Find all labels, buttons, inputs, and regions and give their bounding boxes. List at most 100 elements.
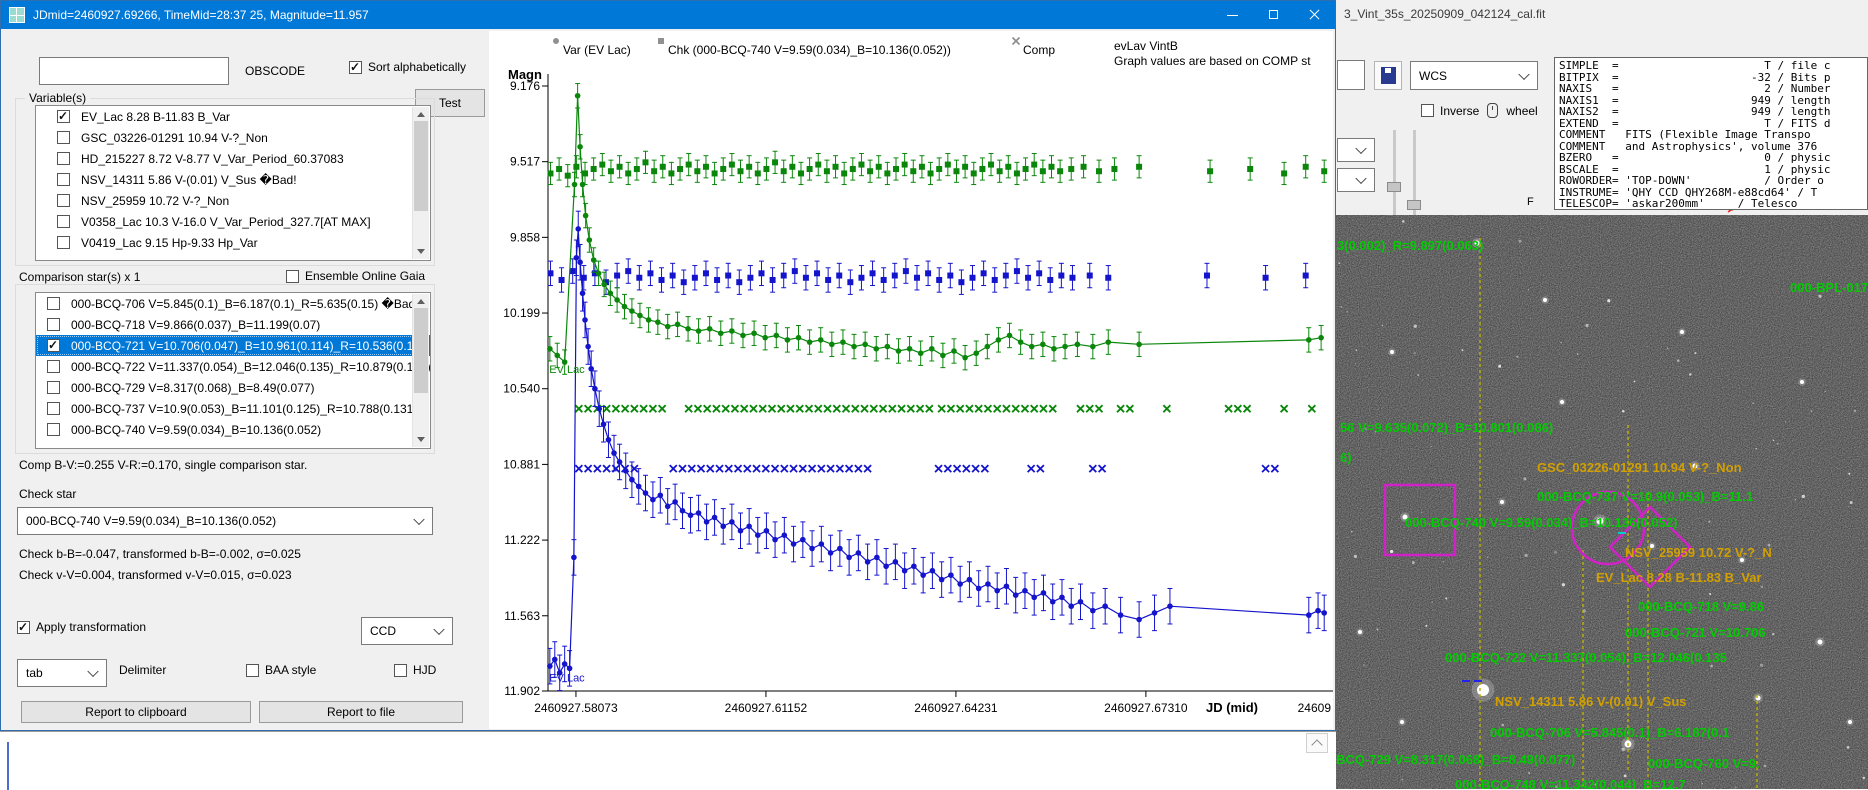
star-annotation: GSC_03226-01291 10.94 V-?_Non — [1537, 460, 1742, 475]
ccd-select[interactable]: CCD — [361, 617, 453, 645]
slider-handle[interactable] — [1407, 200, 1421, 210]
scroll-up-button[interactable] — [1306, 733, 1328, 753]
svg-text:11.222: 11.222 — [504, 533, 540, 547]
star-annotation: NSV_14311 5.86 V-(0.01) V_Sus — [1495, 694, 1687, 709]
checkbox-icon[interactable] — [57, 152, 70, 165]
hjd-checkbox[interactable]: HJD — [394, 663, 436, 677]
checkbox-icon[interactable] — [47, 339, 60, 352]
checkbox-icon[interactable] — [57, 194, 70, 207]
report-to-file-button[interactable]: Report to file — [259, 701, 463, 723]
svg-text:2460927.67310: 2460927.67310 — [1104, 701, 1188, 715]
svg-text:Chk (000-BCQ-740 V=9.59(0.034): Chk (000-BCQ-740 V=9.59(0.034)_B=10.136(… — [668, 43, 951, 57]
checkbox-icon[interactable] — [47, 402, 60, 415]
starfield-image[interactable]: 3(0.002)_R=9.897(0.063)000-BPL-01756 V=9… — [1336, 215, 1868, 789]
brightness-slider[interactable] — [1393, 130, 1396, 215]
maximize-button[interactable] — [1253, 1, 1294, 29]
stretch-select-partial[interactable] — [1337, 168, 1375, 192]
svg-text:24609: 24609 — [1298, 701, 1332, 715]
checkbox-icon[interactable] — [57, 131, 70, 144]
sort-alphabetically-label: Sort alphabetically — [368, 60, 466, 74]
comparison-row[interactable]: 000-BCQ-718 V=9.866(0.037)_B=11.199(0.07… — [36, 314, 430, 335]
svg-text:Magn: Magn — [508, 67, 542, 82]
comparison-row[interactable]: 000-BCQ-721 V=10.706(0.047)_B=10.961(0.1… — [36, 335, 430, 356]
variables-scrollbar[interactable] — [412, 107, 429, 259]
svg-text:2460927.61152: 2460927.61152 — [725, 701, 808, 715]
variable-row[interactable]: EV_Lac 8.28 B-11.83 B_Var — [36, 106, 430, 127]
scroll-down-icon — [417, 249, 425, 254]
check-vv-line: Check v-V=0.004, transformed v-V=0.015, … — [19, 568, 292, 582]
slider-handle[interactable] — [1387, 182, 1401, 192]
fits-header-panel[interactable]: SIMPLE = T / file cBITPIX = -32 / Bits p… — [1554, 57, 1868, 210]
comparison-row[interactable]: 000-BCQ-729 V=8.317(0.068)_B=8.49(0.077) — [36, 377, 430, 398]
checkbox-icon[interactable] — [47, 297, 60, 310]
chevron-down-icon — [1355, 143, 1366, 154]
toolbar-input-partial[interactable] — [1337, 60, 1365, 90]
minimize-button[interactable] — [1212, 1, 1253, 29]
svg-text:EV Lac: EV Lac — [549, 673, 585, 685]
checkbox-icon[interactable] — [57, 110, 70, 123]
checkbox-icon[interactable] — [47, 318, 60, 331]
comparison-row[interactable]: 000-BCQ-722 V=11.337(0.054)_B=12.046(0.1… — [36, 356, 430, 377]
ccd-value: CCD — [370, 624, 396, 638]
zoom-select-partial[interactable] — [1337, 138, 1375, 162]
variable-row[interactable]: NSV_14311 5.86 V-(0.01) V_Sus �Bad! — [36, 169, 430, 190]
svg-text:11.563: 11.563 — [504, 609, 540, 623]
list-item-label: V0358_Lac 10.3 V-16.0 V_Var_Period_327.7… — [81, 215, 371, 229]
wcs-select[interactable]: WCS — [1410, 61, 1538, 90]
photometry-report-window: JDmid=2460927.69266, TimeMid=28:37 25, M… — [0, 0, 1336, 731]
checkbox-icon[interactable] — [57, 236, 70, 249]
checkbox-icon — [17, 621, 30, 634]
title-bar[interactable]: JDmid=2460927.69266, TimeMid=28:37 25, M… — [1, 1, 1335, 29]
variable-row[interactable]: HD_215227 8.72 V-8.77 V_Var_Period_60.37… — [36, 148, 430, 169]
baa-style-checkbox[interactable]: BAA style — [246, 663, 316, 677]
background-window-strip — [0, 731, 1336, 790]
maximize-icon — [1269, 10, 1278, 19]
scrollbar-thumb[interactable] — [414, 308, 428, 393]
comparison-list[interactable]: 000-BCQ-706 V=5.845(0.1)_B=6.187(0.1)_R=… — [35, 292, 431, 449]
variable-row[interactable]: V0358_Lac 10.3 V-16.0 V_Var_Period_327.7… — [36, 211, 430, 232]
variable-row[interactable]: GSC_03226-01291 10.94 V-?_Non — [36, 127, 430, 148]
obscode-label: OBSCODE — [245, 64, 305, 78]
star-annotation: NSV_25959 10.72 V-?_N — [1625, 545, 1772, 560]
comparison-row[interactable]: 000-BCQ-740 V=9.59(0.034)_B=10.136(0.052… — [36, 419, 430, 440]
star-annotation: 6) — [1340, 450, 1352, 465]
star-annotation: 000-BCQ-760 V=9. — [1648, 756, 1760, 771]
star-annotation: 000-BCQ-722 V=11.337(0.054)_B=12.046(0.1… — [1445, 650, 1727, 665]
comparison-scrollbar[interactable] — [412, 294, 429, 447]
list-item-label: 000-BCQ-722 V=11.337(0.054)_B=12.046(0.1… — [71, 360, 431, 374]
delimiter-select[interactable]: tab — [17, 659, 107, 687]
variables-list[interactable]: EV_Lac 8.28 B-11.83 B_Var GSC_03226-01291… — [35, 105, 431, 261]
close-button[interactable] — [1294, 1, 1335, 29]
checkbox-icon — [349, 61, 362, 74]
report-to-clipboard-button[interactable]: Report to clipboard — [21, 701, 251, 723]
apply-transformation-checkbox[interactable]: Apply transformation — [17, 620, 146, 634]
ensemble-online-gaia-checkbox[interactable]: Ensemble Online Gaia — [286, 269, 425, 283]
svg-text:11.902: 11.902 — [504, 684, 540, 698]
close-icon — [1294, 1, 1335, 29]
checkbox-icon[interactable] — [47, 381, 60, 394]
comparison-row[interactable]: 000-BCQ-737 V=10.9(0.053)_B=11.101(0.125… — [36, 398, 430, 419]
star-annotation: 000-BCQ-706 V=5.845(0.1)_B=6.187(0.1 — [1490, 725, 1729, 740]
fits-header-line: ROWORDER= 'TOP-DOWN' / Order o — [1559, 175, 1867, 187]
checkbox-icon[interactable] — [57, 215, 70, 228]
comparison-row[interactable]: 000-BCQ-706 V=5.845(0.1)_B=6.187(0.1)_R=… — [36, 293, 430, 314]
scrollbar-thumb[interactable] — [414, 121, 428, 211]
light-curve-chart[interactable]: 9.1769.5179.85810.19910.54010.88111.2221… — [481, 29, 1333, 730]
list-item-label: EV_Lac 8.28 B-11.83 B_Var — [81, 110, 230, 124]
svg-text:Graph values are based on COMP: Graph values are based on COMP st — [1114, 54, 1311, 68]
variable-row[interactable]: V0419_Lac 9.15 Hp-9.33 Hp_Var — [36, 232, 430, 253]
check-star-value: 000-BCQ-740 V=9.59(0.034)_B=10.136(0.052… — [26, 514, 276, 528]
sort-alphabetically-checkbox[interactable]: Sort alphabetically — [349, 60, 466, 74]
star-annotation: BCQ-729 V=8.317(0.068)_B=8.49(0.077) — [1336, 752, 1575, 767]
obscode-input[interactable] — [39, 57, 229, 85]
svg-text:Var (EV Lac): Var (EV Lac) — [563, 43, 631, 57]
save-button[interactable] — [1374, 61, 1402, 90]
checkbox-icon[interactable] — [47, 423, 60, 436]
inverse-wheel-checkbox[interactable]: Inversewheel — [1421, 103, 1538, 118]
check-star-select[interactable]: 000-BCQ-740 V=9.59(0.034)_B=10.136(0.052… — [17, 507, 433, 535]
baa-style-label: BAA style — [265, 663, 316, 677]
svg-text:10.199: 10.199 — [503, 306, 540, 320]
checkbox-icon[interactable] — [47, 360, 60, 373]
variable-row[interactable]: NSV_25959 10.72 V-?_Non — [36, 190, 430, 211]
checkbox-icon[interactable] — [57, 173, 70, 186]
